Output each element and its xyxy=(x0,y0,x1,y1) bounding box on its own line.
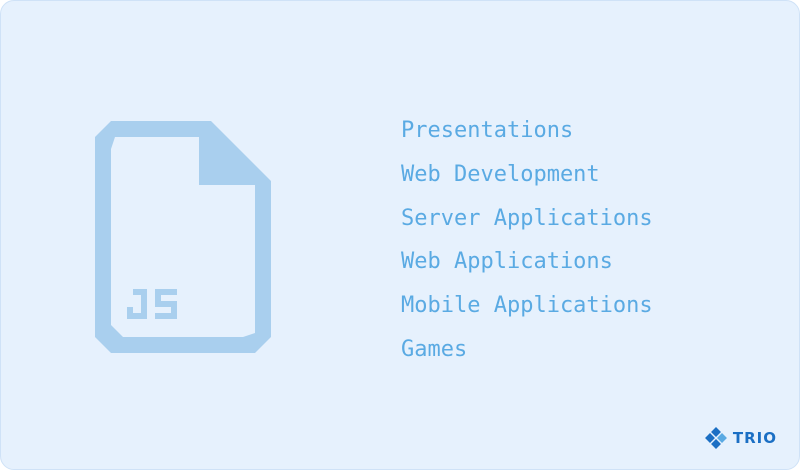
js-file-label xyxy=(127,289,177,319)
brand-name: TRIO xyxy=(732,429,777,447)
list-item: Server Applications xyxy=(401,205,653,231)
javascript-uses-list: Presentations Web Development Server App… xyxy=(401,109,653,372)
list-item: Web Applications xyxy=(401,249,613,275)
info-card: Presentations Web Development Server App… xyxy=(0,0,800,470)
trio-brand: TRIO xyxy=(704,427,777,449)
list-item: Web Development xyxy=(401,161,600,187)
trio-logo-icon xyxy=(704,427,727,449)
js-file-icon xyxy=(95,121,271,353)
list-item: Mobile Applications xyxy=(401,293,653,319)
list-item: Games xyxy=(401,336,468,362)
list-item: Presentations xyxy=(401,118,574,143)
